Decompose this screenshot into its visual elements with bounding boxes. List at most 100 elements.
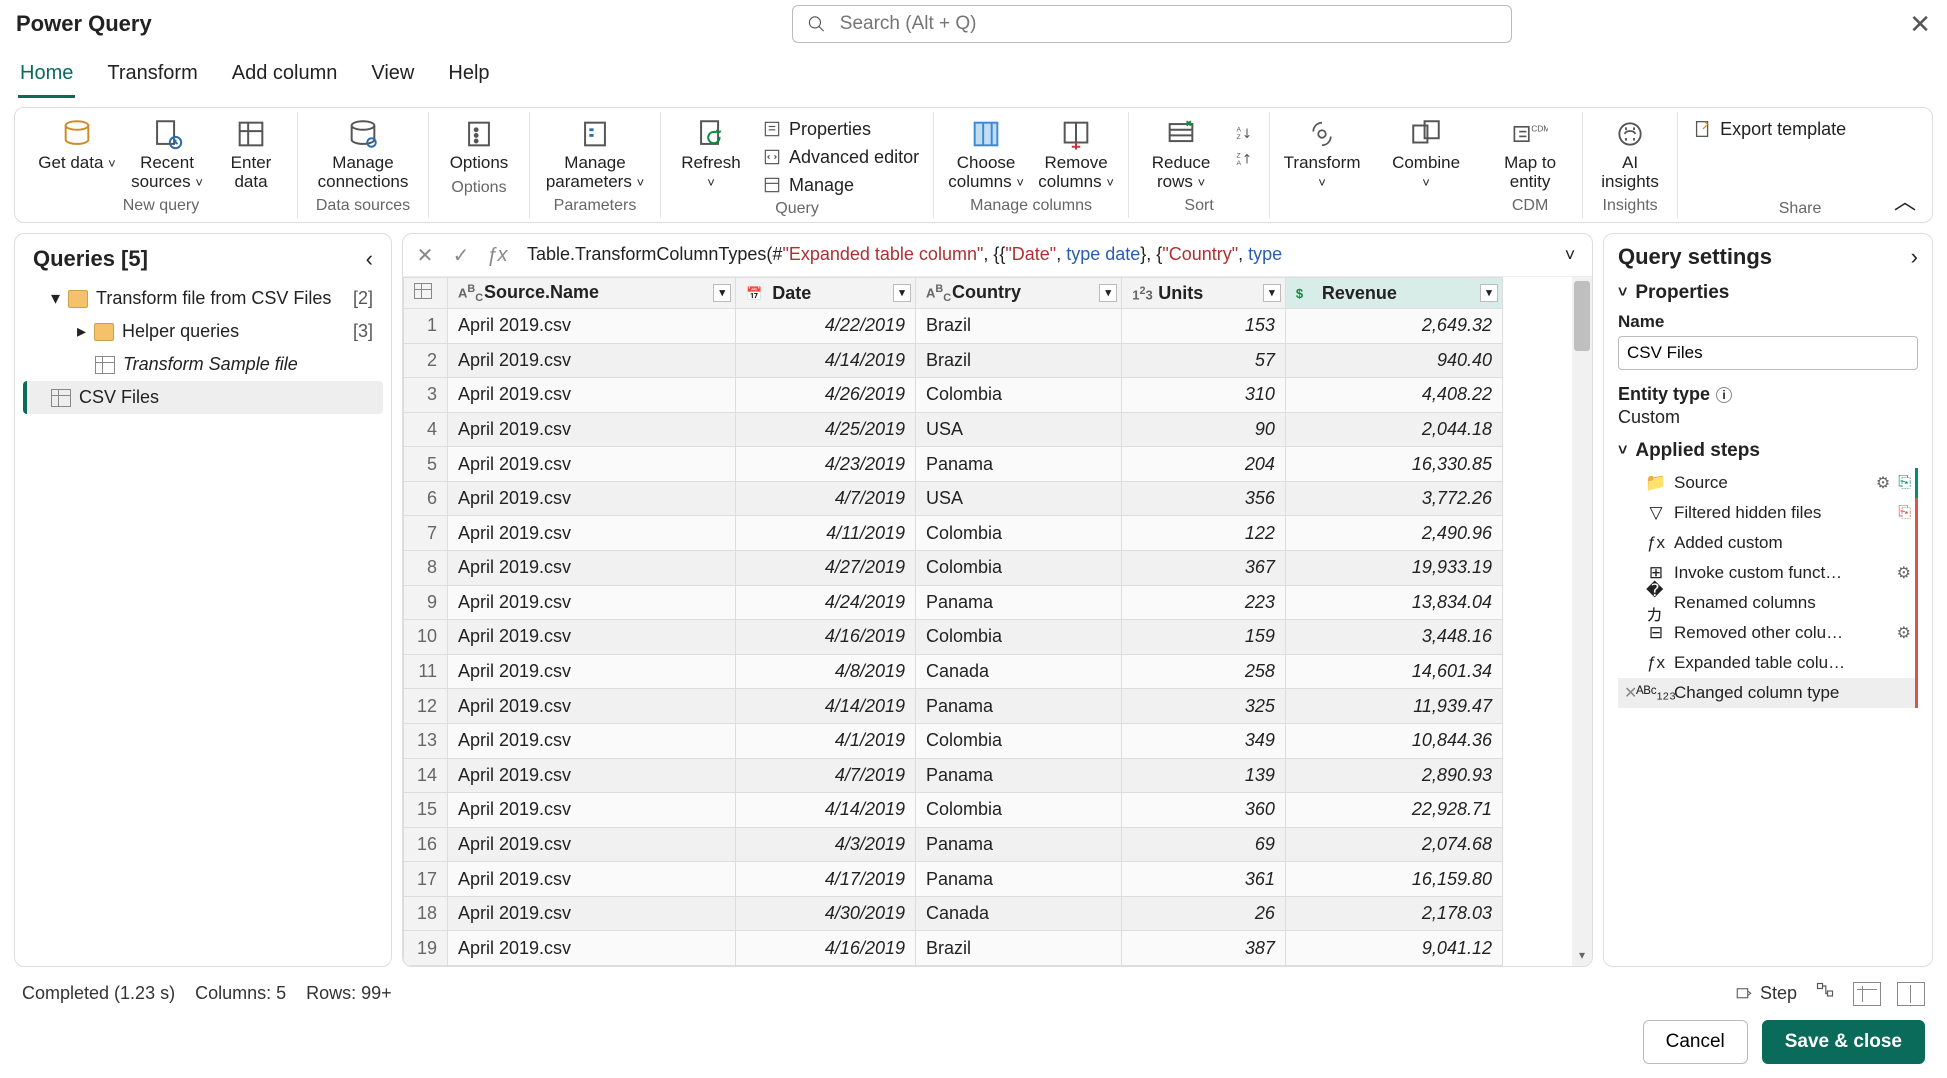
table-row[interactable]: 12April 2019.csv4/14/2019Panama32511,939… [404,689,1503,724]
col-country[interactable]: ABCCountry▾ [915,278,1121,309]
queries-collapse-icon[interactable]: ‹ [366,246,373,272]
table-row[interactable]: 7April 2019.csv4/11/2019Colombia1222,490… [404,516,1503,551]
grid-corner[interactable] [404,278,448,309]
close-icon[interactable]: ✕ [1909,9,1931,40]
search-box[interactable] [792,5,1512,43]
map-to-entity-button[interactable]: CDMMap to entity [1488,112,1572,195]
col-source-name[interactable]: ABCSource.Name▾ [448,278,736,309]
combine-button[interactable]: Combine [1384,112,1468,195]
status-columns: Columns: 5 [195,983,286,1004]
formula-expand-icon[interactable]: ˅ [1556,245,1584,266]
gear-icon[interactable]: ⚙ [1876,473,1890,493]
sort-desc-button[interactable]: ZA [1229,148,1259,170]
table-row[interactable]: 9April 2019.csv4/24/2019Panama22313,834.… [404,585,1503,620]
fx-icon[interactable]: ƒx [483,241,511,269]
col-date[interactable]: 📅Date▾ [736,278,916,309]
options-button[interactable]: Options [439,112,519,177]
ribbon-collapse-icon[interactable]: ︿ [1894,184,1916,216]
search-input[interactable] [840,13,1497,35]
query-transform-sample[interactable]: Transform Sample file [23,348,383,381]
advanced-editor-button[interactable]: Advanced editor [757,144,923,170]
table-row[interactable]: 5April 2019.csv4/23/2019Panama20416,330.… [404,447,1503,482]
table-row[interactable]: 10April 2019.csv4/16/2019Colombia1593,44… [404,620,1503,655]
gear-icon[interactable]: ⚙ [1897,563,1911,583]
table-row[interactable]: 18April 2019.csv4/30/2019Canada262,178.0… [404,896,1503,931]
scrollbar-thumb[interactable] [1574,281,1590,351]
queries-title: Queries [5] [33,246,148,272]
ai-insights-button[interactable]: AI insights [1593,112,1667,195]
nav-icon[interactable]: ⎘ [1898,474,1911,492]
gear-icon[interactable]: ⚙ [1897,623,1911,643]
tab-help[interactable]: Help [446,58,491,98]
table-row[interactable]: 8April 2019.csv4/27/2019Colombia36719,93… [404,551,1503,586]
table-row[interactable]: 16April 2019.csv4/3/2019Panama692,074.68 [404,827,1503,862]
table-icon [51,389,71,407]
applied-step[interactable]: ⊟Removed other colu…⚙ [1618,618,1918,648]
tab-view[interactable]: View [369,58,416,98]
table-row[interactable]: 15April 2019.csv4/14/2019Colombia36022,9… [404,793,1503,828]
tab-add-column[interactable]: Add column [230,58,340,98]
query-csv-files[interactable]: CSV Files [23,381,383,414]
query-name-input[interactable] [1618,336,1918,370]
table-row[interactable]: 11April 2019.csv4/8/2019Canada25814,601.… [404,654,1503,689]
applied-step[interactable]: ƒxAdded custom [1618,528,1918,558]
remove-columns-button[interactable]: Remove columns [1034,112,1118,195]
query-folder-helper[interactable]: ▸ Helper queries [3] [23,315,383,348]
col-revenue[interactable]: $Revenue▾ [1285,278,1502,309]
settings-expand-icon[interactable]: › [1911,244,1918,270]
col-units[interactable]: 123Units▾ [1122,278,1286,309]
applied-steps-section[interactable]: Applied steps [1618,440,1918,462]
table-row[interactable]: 19April 2019.csv4/16/2019Brazil3879,041.… [404,931,1503,966]
manage-button[interactable]: Manage [757,172,864,198]
filter-icon[interactable]: ▾ [893,284,911,302]
sort-asc-button[interactable]: AZ [1229,122,1259,144]
filter-icon[interactable]: ▾ [713,284,731,302]
manage-parameters-button[interactable]: Manage parameters [540,112,650,195]
applied-step[interactable]: ▽Filtered hidden files⎘ [1618,498,1918,528]
reduce-rows-button[interactable]: Reduce rows [1139,112,1223,195]
diagram-view-icon[interactable] [1813,981,1837,1006]
filter-icon[interactable]: ▾ [1480,284,1498,302]
refresh-button[interactable]: Refresh [671,112,751,195]
filter-icon[interactable]: ▾ [1099,284,1117,302]
applied-step[interactable]: ✕ᴬᴮᶜ₁₂₃Changed column type [1618,678,1918,708]
table-row[interactable]: 1April 2019.csv4/22/2019Brazil1532,649.3… [404,309,1503,344]
data-grid[interactable]: ABCSource.Name▾ 📅Date▾ ABCCountry▾ 123Un… [403,277,1503,966]
choose-columns-button[interactable]: Choose columns [944,112,1028,195]
properties-button[interactable]: Properties [757,116,875,142]
table-row[interactable]: 4April 2019.csv4/25/2019USA902,044.18 [404,412,1503,447]
delete-step-icon[interactable]: ✕ [1624,683,1637,703]
scroll-down-icon[interactable]: ▾ [1572,948,1592,962]
nav-icon[interactable]: ⎘ [1898,504,1911,522]
get-data-button[interactable]: Get data [35,112,119,177]
tab-home[interactable]: Home [18,58,75,98]
properties-section[interactable]: Properties [1618,282,1918,304]
applied-step[interactable]: ƒxExpanded table colu… [1618,648,1918,678]
formula-cancel-icon[interactable]: ✕ [411,241,439,269]
formula-commit-icon[interactable]: ✓ [447,241,475,269]
step-button[interactable]: Step [1734,983,1797,1004]
export-template-button[interactable]: Export template [1688,112,1850,142]
recent-sources-button[interactable]: Recent sources [125,112,209,195]
table-row[interactable]: 13April 2019.csv4/1/2019Colombia34910,84… [404,723,1503,758]
table-row[interactable]: 6April 2019.csv4/7/2019USA3563,772.26 [404,481,1503,516]
query-folder-transform[interactable]: ▾ Transform file from CSV Files [2] [23,282,383,315]
filter-icon[interactable]: ▾ [1263,284,1281,302]
table-row[interactable]: 3April 2019.csv4/26/2019Colombia3104,408… [404,378,1503,413]
enter-data-button[interactable]: Enter data [215,112,287,195]
cancel-button[interactable]: Cancel [1643,1020,1748,1064]
save-close-button[interactable]: Save & close [1762,1020,1925,1064]
applied-step[interactable]: �カRenamed columns [1618,588,1918,618]
table-row[interactable]: 2April 2019.csv4/14/2019Brazil57940.40 [404,343,1503,378]
grid-view-icon[interactable] [1853,982,1881,1006]
applied-step[interactable]: 📁Source⚙⎘ [1618,468,1918,498]
split-view-icon[interactable] [1897,982,1925,1006]
table-row[interactable]: 14April 2019.csv4/7/2019Panama1392,890.9… [404,758,1503,793]
transform-button[interactable]: Transform [1280,112,1364,195]
formula-text[interactable]: Table.TransformColumnTypes(#"Expanded ta… [519,240,1548,270]
manage-connections-button[interactable]: Manage connections [308,112,418,195]
vertical-scrollbar[interactable]: ▾ [1572,277,1592,966]
tab-transform[interactable]: Transform [105,58,199,98]
table-row[interactable]: 17April 2019.csv4/17/2019Panama36116,159… [404,862,1503,897]
info-icon[interactable]: i [1716,387,1732,403]
